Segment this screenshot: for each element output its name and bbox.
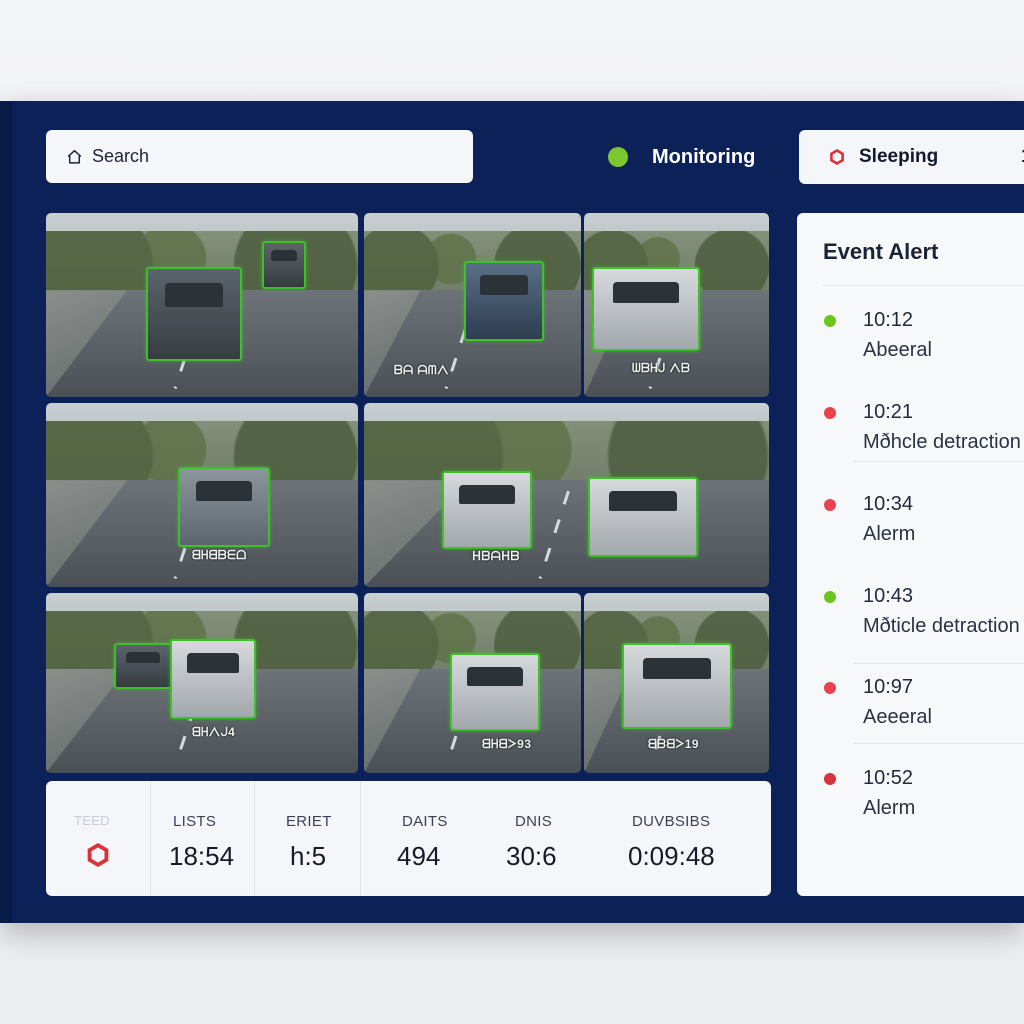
vehicle-detection-box [442,471,532,549]
camera-label: ᕼᗷᗩᕼᗷ [472,549,520,563]
alert-time: 10:43 [863,585,914,607]
hexagon-alert-icon [87,843,109,867]
stats-bar: TEED LISTS 18:54 ERIET h:5 DAITS 494 DNI… [46,781,771,896]
alert-message: Mðticle detraction [863,615,1020,637]
divider [150,781,151,896]
vehicle-detection-box [114,643,172,689]
divider [853,743,1024,744]
mode-label: Sleeping [859,146,939,167]
stat-label: DAITS [402,813,448,830]
stat-label: DUVBSIBS [632,813,711,830]
alert-time: 10:21 [863,401,914,423]
vehicle-detection-box [450,653,540,731]
stat-label: ERIET [286,813,332,830]
alert-item[interactable]: 10:97 Aeeeral [797,666,1024,736]
alert-message: Aeeeral [863,706,932,728]
camera-feed-1[interactable] [46,213,358,397]
hexagon-alert-icon [830,149,844,165]
vehicle-detection-box [622,643,732,729]
divider [853,663,1024,664]
camera-feed-2[interactable]: ᗷᗩ ᗩᗰᐱ [364,213,581,397]
alert-message: Abeeral [863,339,932,361]
stat-status: TEED [74,781,144,896]
divider [823,285,1024,286]
camera-label: ᗷᗩ ᗩᗰᐱ [394,363,449,377]
camera-label: ᗺᕼᗺᐳ93 [482,737,532,751]
vehicle-detection-box [178,467,270,547]
alert-status-dot [824,682,836,694]
vehicle-detection-box [146,267,242,361]
monitoring-status: Monitoring [608,145,755,169]
stat-value: 18:54 [169,841,235,871]
divider [853,461,1024,462]
alert-item[interactable]: 10:43 Mðticle detraction [797,575,1024,645]
alert-time: 10:52 [863,767,914,789]
alert-message: Mðhcle detraction [863,431,1021,453]
stat-label: TEED [74,813,110,828]
alert-item[interactable]: 10:34 Alerm [797,483,1024,553]
divider [254,781,255,896]
camera-label: ᗯᗷᕼᒍ ᐱᗷ [632,361,691,375]
stat-label: DNIS [515,813,553,830]
alert-status-dot [824,773,836,785]
dashboard-window: Search Monitoring Sleeping 1 ᗷᗩ ᗩᗰᐱ ᗯᗷᕼᒍ… [0,101,1024,923]
camera-label: ᗺᗷᗺᐳ19 [648,737,700,751]
status-label: Monitoring [652,145,756,168]
alert-message: Alerm [863,797,916,819]
camera-feed-5[interactable]: ᕼᗷᗩᕼᗷ [364,403,769,587]
camera-feed-3[interactable]: ᗯᗷᕼᒍ ᐱᗷ [584,213,769,397]
stat-value: 0:09:48 [628,841,715,871]
vehicle-detection-box [170,639,256,719]
status-dot [608,147,628,167]
camera-feed-7[interactable]: ᗺᕼᗺᐳ93 [364,593,581,773]
panel-title: Event Alert [823,239,939,264]
alert-time: 10:12 [863,309,914,331]
alert-status-dot [824,407,836,419]
alert-time: 10:34 [863,493,914,515]
vehicle-detection-box [262,241,306,289]
event-alert-panel: Event Alert 10:12 Abeeral 10:21 Mðhcle detr… [797,213,1024,896]
stat-value: 494 [397,841,441,871]
alert-item[interactable]: 10:52 Alerm [797,757,1024,827]
camera-feed-6[interactable]: ᗺᕼᐱᒍ4 [46,593,358,773]
camera-label: ᗺᕼᗺᗷᗴᗝ [192,548,247,562]
vehicle-detection-box [592,267,700,351]
alert-status-dot [824,591,836,603]
alert-item[interactable]: 10:21 Mðhcle detraction [797,391,1024,461]
camera-feed-4[interactable]: ᗺᕼᗺᗷᗴᗝ [46,403,358,587]
sleeping-mode-button[interactable]: Sleeping 1 [799,130,1024,184]
vehicle-detection-box [588,477,698,557]
home-icon [67,149,82,164]
divider [360,781,361,896]
vehicle-detection-box [464,261,544,341]
alert-item[interactable]: 10:12 Abeeral [797,299,1024,369]
alert-time: 10:97 [863,676,914,698]
search-label: Search [92,146,150,166]
stat-label: LISTS [173,813,217,830]
alert-message: Alerm [863,523,916,545]
stat-value: h:5 [290,841,327,871]
camera-label: ᗺᕼᐱᒍ4 [192,725,236,739]
search-bar[interactable]: Search [46,130,473,183]
camera-feed-8[interactable]: ᗺᗷᗺᐳ19 [584,593,769,773]
stat-value: 30:6 [506,841,557,871]
alert-status-dot [824,499,836,511]
alert-status-dot [824,315,836,327]
